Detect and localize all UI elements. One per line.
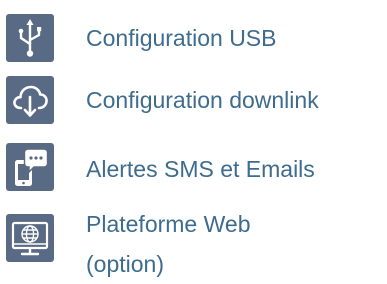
sms-email-alerts-label: Alertes SMS et Emails <box>86 156 315 182</box>
web-platform-label-text: Plateforme Web (option) <box>86 211 251 277</box>
downlink-config-label: Configuration downlink <box>86 87 319 113</box>
web-platform-label: Plateforme Web (option) <box>86 204 346 284</box>
cloud-download-icon <box>6 76 54 124</box>
web-monitor-icon <box>6 214 54 262</box>
feature-list: Configuration USB Configuration downlink <box>0 0 387 277</box>
usb-config-label: Configuration USB <box>86 25 277 51</box>
phone-chat-icon <box>6 143 54 191</box>
usb-icon <box>6 14 54 62</box>
